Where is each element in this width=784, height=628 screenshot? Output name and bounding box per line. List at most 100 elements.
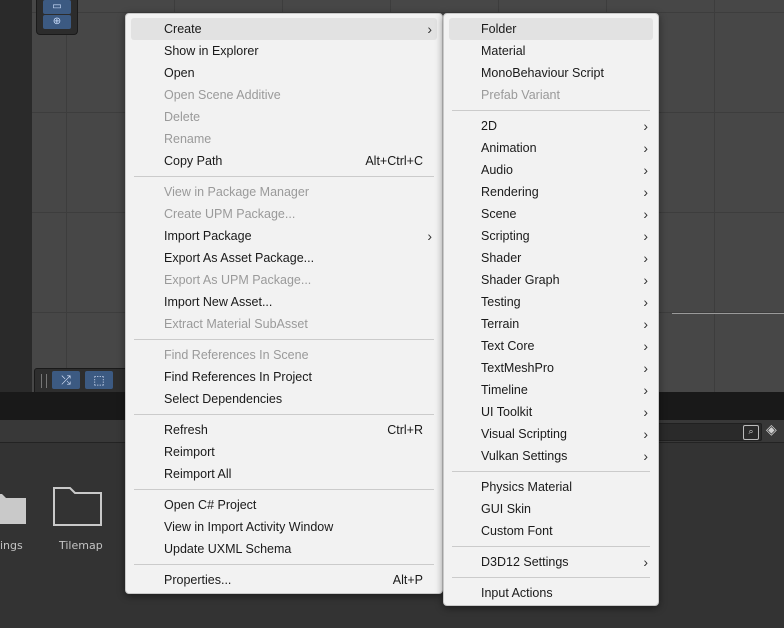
chevron-right-icon: › [643, 184, 648, 200]
transform-tool-icon[interactable]: ⊕ [43, 15, 71, 29]
menu-item-rendering[interactable]: Rendering › [449, 181, 653, 203]
menu-item-text-core[interactable]: Text Core › [449, 335, 653, 357]
chevron-right-icon: › [643, 294, 648, 310]
menu-item-label: UI Toolkit [481, 405, 533, 419]
menu-item-open-scene-additive: Open Scene Additive [131, 84, 437, 106]
menu-item-view-in-package-manager: View in Package Manager [131, 181, 437, 203]
chevron-right-icon: › [643, 162, 648, 178]
menu-item-shortcut: Alt+P [392, 573, 423, 587]
scene-tool-overlay: ▭ ⊕ [36, 0, 78, 35]
menu-item-2d[interactable]: 2D › [449, 115, 653, 137]
menu-item-material[interactable]: Material [449, 40, 653, 62]
menu-item-label: Extract Material SubAsset [164, 317, 308, 331]
chevron-right-icon: › [643, 382, 648, 398]
menu-item-label: Open Scene Additive [164, 88, 281, 102]
create-submenu: Folder Material MonoBehaviour Script Prefab… [443, 13, 659, 606]
menu-item-d3d12-settings[interactable]: D3D12 Settings › [449, 551, 653, 573]
menu-item-label: Open [164, 66, 195, 80]
menu-item-monobehaviour-script[interactable]: MonoBehaviour Script [449, 62, 653, 84]
asset-label: ings [0, 539, 23, 552]
menu-item-shader[interactable]: Shader › [449, 247, 653, 269]
menu-item-export-as-asset-package[interactable]: Export As Asset Package... [131, 247, 437, 269]
menu-item-create[interactable]: Create › [131, 18, 437, 40]
menu-item-gui-skin[interactable]: GUI Skin [449, 498, 653, 520]
chevron-right-icon: › [643, 118, 648, 134]
menu-item-label: Open C# Project [164, 498, 257, 512]
menu-item-label: Text Core [481, 339, 535, 353]
menu-separator [452, 577, 650, 578]
menu-item-label: GUI Skin [481, 502, 532, 516]
folder-icon [52, 486, 102, 526]
menu-separator [134, 414, 434, 415]
menu-item-folder[interactable]: Folder [449, 18, 653, 40]
menu-item-label: Copy Path [164, 154, 223, 168]
menu-item-refresh[interactable]: Refresh Ctrl+R [131, 419, 437, 441]
search-type-icon[interactable]: ⌕ [743, 425, 759, 440]
menu-item-label: Scene [481, 207, 517, 221]
menu-item-animation[interactable]: Animation › [449, 137, 653, 159]
menu-item-view-in-import-activity-window[interactable]: View in Import Activity Window [131, 516, 437, 538]
menu-item-ui-toolkit[interactable]: UI Toolkit › [449, 401, 653, 423]
menu-item-open[interactable]: Open [131, 62, 437, 84]
scene-left-strip [0, 0, 32, 392]
chevron-right-icon: › [643, 338, 648, 354]
menu-item-extract-material-subasset: Extract Material SubAsset [131, 313, 437, 335]
menu-item-custom-font[interactable]: Custom Font [449, 520, 653, 542]
menu-item-open-c-project[interactable]: Open C# Project [131, 494, 437, 516]
menu-item-textmeshpro[interactable]: TextMeshPro › [449, 357, 653, 379]
menu-item-label: MonoBehaviour Script [481, 66, 604, 80]
chevron-right-icon: › [427, 21, 432, 37]
folder-icon [0, 486, 38, 526]
asset-label-icon[interactable]: ◈ [766, 422, 777, 438]
chevron-right-icon: › [643, 316, 648, 332]
shuffle-icon[interactable]: ⤮ [52, 371, 80, 389]
menu-item-select-dependencies[interactable]: Select Dependencies [131, 388, 437, 410]
menu-item-timeline[interactable]: Timeline › [449, 379, 653, 401]
chevron-right-icon: › [643, 554, 648, 570]
menu-item-label: Reimport [164, 445, 215, 459]
menu-item-label: TextMeshPro [481, 361, 554, 375]
menu-item-reimport[interactable]: Reimport [131, 441, 437, 463]
menu-item-import-package[interactable]: Import Package › [131, 225, 437, 247]
menu-item-find-references-in-project[interactable]: Find References In Project [131, 366, 437, 388]
menu-item-label: Reimport All [164, 467, 232, 481]
menu-item-scripting[interactable]: Scripting › [449, 225, 653, 247]
menu-item-input-actions[interactable]: Input Actions [449, 582, 653, 604]
menu-item-label: Material [481, 44, 526, 58]
menu-item-scene[interactable]: Scene › [449, 203, 653, 225]
menu-item-show-in-explorer[interactable]: Show in Explorer [131, 40, 437, 62]
menu-item-visual-scripting[interactable]: Visual Scripting › [449, 423, 653, 445]
menu-item-delete: Delete [131, 106, 437, 128]
menu-item-audio[interactable]: Audio › [449, 159, 653, 181]
menu-item-label: Refresh [164, 423, 208, 437]
camera-frame-outline [672, 0, 784, 314]
menu-item-label: Select Dependencies [164, 392, 283, 406]
menu-item-label: Export As UPM Package... [164, 273, 312, 287]
menu-item-label: Import Package [164, 229, 252, 243]
rect-tool-icon[interactable]: ▭ [43, 0, 71, 14]
chevron-right-icon: › [643, 272, 648, 288]
menu-item-terrain[interactable]: Terrain › [449, 313, 653, 335]
menu-item-vulkan-settings[interactable]: Vulkan Settings › [449, 445, 653, 467]
drag-handle-icon[interactable] [41, 374, 47, 388]
search-input[interactable]: ⌕ [656, 423, 762, 441]
menu-item-properties[interactable]: Properties... Alt+P [131, 569, 437, 591]
menu-item-label: Export As Asset Package... [164, 251, 315, 265]
menu-item-shortcut: Alt+Ctrl+C [365, 154, 423, 168]
menu-item-physics-material[interactable]: Physics Material [449, 476, 653, 498]
menu-item-testing[interactable]: Testing › [449, 291, 653, 313]
menu-item-reimport-all[interactable]: Reimport All [131, 463, 437, 485]
context-menu: Create › Show in Explorer Open Open Scene Ad… [125, 13, 443, 594]
menu-item-label: Create UPM Package... [164, 207, 296, 221]
menu-item-update-uxml-schema[interactable]: Update UXML Schema [131, 538, 437, 560]
rect-select-icon[interactable]: ⬚ [85, 371, 113, 389]
menu-item-shader-graph[interactable]: Shader Graph › [449, 269, 653, 291]
menu-separator [134, 564, 434, 565]
menu-item-label: Custom Font [481, 524, 553, 538]
chevron-right-icon: › [643, 140, 648, 156]
menu-item-import-new-asset[interactable]: Import New Asset... [131, 291, 437, 313]
menu-item-label: Input Actions [481, 586, 553, 600]
menu-separator [134, 489, 434, 490]
menu-separator [134, 176, 434, 177]
menu-item-copy-path[interactable]: Copy Path Alt+Ctrl+C [131, 150, 437, 172]
